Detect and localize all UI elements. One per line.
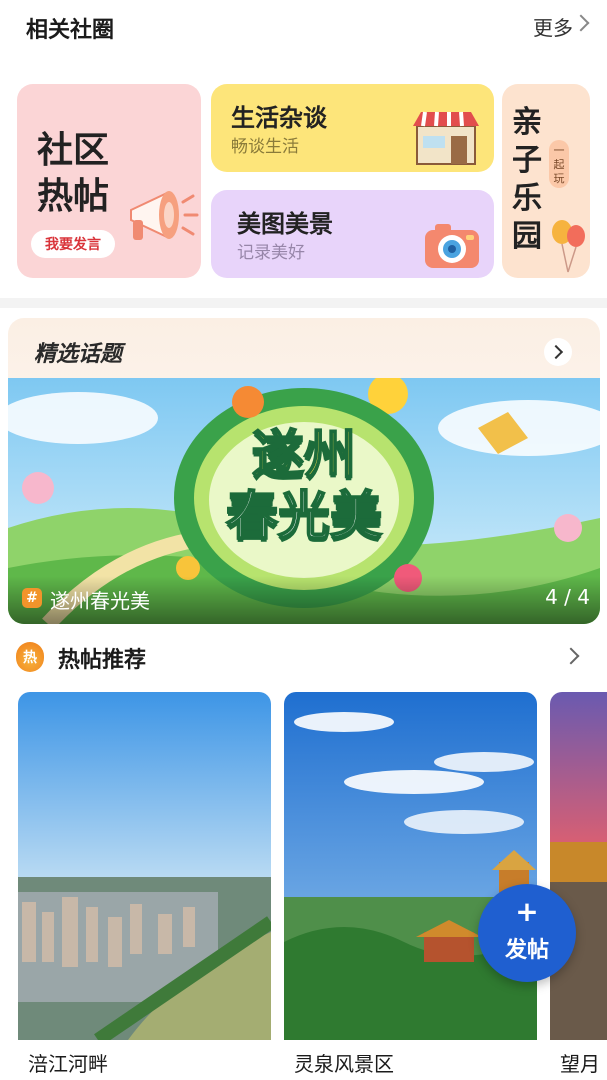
photo-card-title: 美图美景 xyxy=(237,210,333,238)
create-post-label: 发帖 xyxy=(504,938,549,963)
megaphone-icon xyxy=(130,191,199,240)
parent-card-title: 亲子乐园 xyxy=(512,105,542,254)
post-card[interactable]: 涪江河畔 xyxy=(18,692,271,1080)
post-now-button[interactable]: 我要发言 xyxy=(31,230,115,258)
scenic-temple-photo xyxy=(284,692,537,1040)
post-caption: 灵泉风景区 xyxy=(294,1052,394,1076)
post-card[interactable]: 灵泉风景区 xyxy=(284,692,537,1080)
section-divider xyxy=(0,298,607,308)
shop-icon xyxy=(413,111,479,165)
life-chat-card[interactable]: 生活杂谈 畅谈生活 xyxy=(211,84,494,172)
chevron-right-icon[interactable] xyxy=(572,14,590,32)
related-circles-header: 相关社圈 更多 xyxy=(0,0,607,52)
photo-card-subtitle: 记录美好 xyxy=(237,243,305,263)
life-card-subtitle: 畅谈生活 xyxy=(231,137,299,157)
photo-scenery-card[interactable]: 美图美景 记录美好 xyxy=(211,190,494,278)
chevron-right-icon xyxy=(548,344,564,360)
featured-topics-more-button[interactable] xyxy=(544,338,572,366)
featured-topics-title: 精选话题 xyxy=(34,342,123,367)
play-together-tag: 一起玩 xyxy=(549,140,569,188)
post-caption: 涪江河畔 xyxy=(28,1052,108,1076)
plus-icon: + xyxy=(515,895,539,928)
post-card[interactable]: 望月 xyxy=(550,692,607,1080)
community-card-title: 社区 热帖 xyxy=(37,130,110,217)
banner-caption-bar: # 遂州春光美 4 / 4 xyxy=(8,576,600,624)
create-post-button[interactable]: + 发帖 xyxy=(478,884,576,982)
post-caption: 望月 xyxy=(560,1052,600,1076)
chevron-right-icon[interactable] xyxy=(562,647,580,665)
river-city-photo xyxy=(18,692,271,1040)
community-hot-card[interactable]: 社区 热帖 我要发言 xyxy=(17,84,201,278)
topic-banner[interactable]: 遂州 春光美 # 遂州春光美 4 / 4 xyxy=(8,378,600,624)
featured-topics-panel: 精选话题 遂州 春光美 # 遂州春光美 4 / 4 xyxy=(8,318,600,624)
hashtag-icon: # xyxy=(22,588,42,608)
banner-topic-name: 遂州春光美 xyxy=(50,589,150,613)
fire-icon: 热 xyxy=(16,642,44,672)
life-card-title: 生活杂谈 xyxy=(231,104,327,132)
banner-page-indicator: 4 / 4 xyxy=(545,585,590,609)
hot-posts-title: 热帖推荐 xyxy=(58,648,147,673)
tower-sunset-photo xyxy=(550,692,607,1040)
balloons-icon xyxy=(552,220,585,273)
related-circles-title: 相关社圈 xyxy=(26,18,115,43)
hot-posts-header: 热 热帖推荐 xyxy=(0,636,607,680)
banner-art-title: 遂州 春光美 xyxy=(225,425,383,548)
camera-icon xyxy=(425,224,479,268)
more-link[interactable]: 更多 xyxy=(533,12,573,41)
parent-child-card[interactable]: 亲子乐园 一起玩 xyxy=(502,84,590,278)
